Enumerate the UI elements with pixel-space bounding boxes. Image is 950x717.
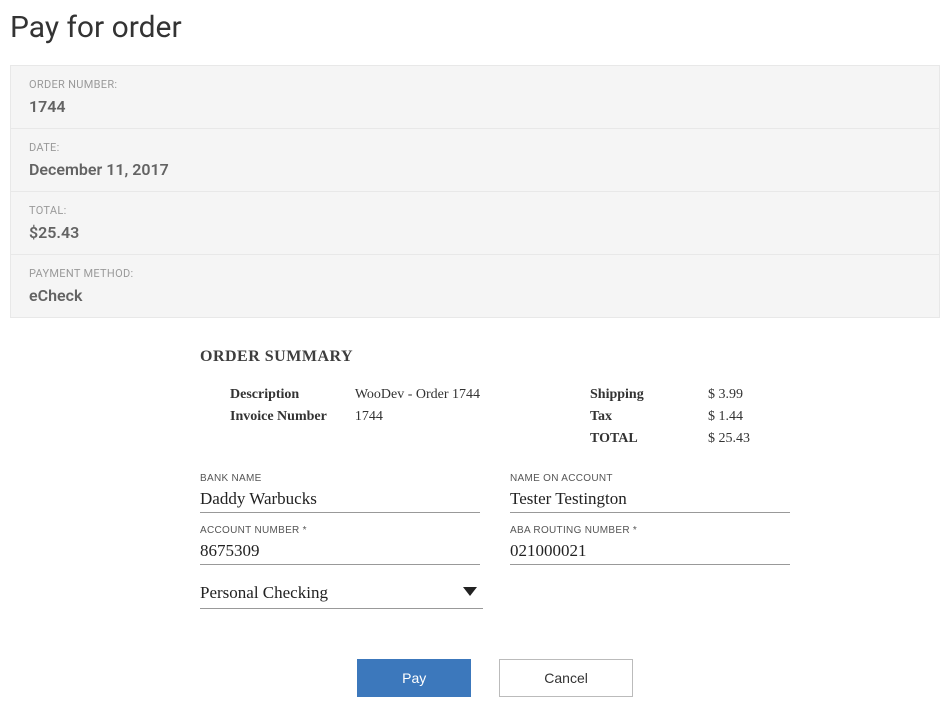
summary-shipping-label: Shipping xyxy=(590,386,680,404)
summary-tax-value: $ 1.44 xyxy=(708,408,750,426)
order-date-value: December 11, 2017 xyxy=(29,160,921,179)
order-summary-left: Description Invoice Number WooDev - Orde… xyxy=(230,386,550,453)
account-number-label: ACCOUNT NUMBER * xyxy=(200,525,480,536)
order-summary-right: Shipping Tax TOTAL $ 3.99 $ 1.44 $ 25.43 xyxy=(590,386,790,453)
order-date-row: Date: December 11, 2017 xyxy=(11,128,939,191)
summary-description-label: Description xyxy=(230,386,327,404)
aba-routing-label: ABA ROUTING NUMBER * xyxy=(510,525,790,536)
account-type-select-wrap[interactable]: Personal Checking xyxy=(200,577,483,609)
summary-shipping-value: $ 3.99 xyxy=(708,386,750,404)
order-summary-section: ORDER SUMMARY Description Invoice Number… xyxy=(10,348,940,697)
summary-total-label: TOTAL xyxy=(590,430,680,448)
pay-button[interactable]: Pay xyxy=(357,659,471,697)
order-total-value: $25.43 xyxy=(29,223,921,242)
summary-total-value: $ 25.43 xyxy=(708,430,750,448)
summary-tax-label: Tax xyxy=(590,408,680,426)
order-payment-method-value: eCheck xyxy=(29,286,921,305)
summary-invoice-value: 1744 xyxy=(355,408,480,426)
summary-description-value: WooDev - Order 1744 xyxy=(355,386,480,404)
order-summary-title: ORDER SUMMARY xyxy=(200,348,790,366)
account-number-input[interactable] xyxy=(200,538,480,565)
summary-invoice-label: Invoice Number xyxy=(230,408,327,426)
page-title: Pay for order xyxy=(10,10,940,45)
order-payment-method-row: Payment method: eCheck xyxy=(11,254,939,317)
name-on-account-input[interactable] xyxy=(510,486,790,513)
order-details-box: Order number: 1744 Date: December 11, 20… xyxy=(10,65,940,318)
order-number-value: 1744 xyxy=(29,97,921,116)
name-on-account-label: NAME ON ACCOUNT xyxy=(510,473,790,484)
cancel-button[interactable]: Cancel xyxy=(499,659,633,697)
order-number-row: Order number: 1744 xyxy=(11,66,939,128)
bank-name-input[interactable] xyxy=(200,486,480,513)
order-date-label: Date: xyxy=(29,141,921,154)
order-payment-method-label: Payment method: xyxy=(29,267,921,280)
bank-name-label: BANK NAME xyxy=(200,473,480,484)
aba-routing-input[interactable] xyxy=(510,538,790,565)
button-row: Pay Cancel xyxy=(200,659,790,697)
order-total-row: Total: $25.43 xyxy=(11,191,939,254)
order-total-label: Total: xyxy=(29,204,921,217)
order-number-label: Order number: xyxy=(29,78,921,91)
order-summary-grid: Description Invoice Number WooDev - Orde… xyxy=(200,386,790,453)
account-type-select[interactable]: Personal Checking xyxy=(200,577,483,608)
